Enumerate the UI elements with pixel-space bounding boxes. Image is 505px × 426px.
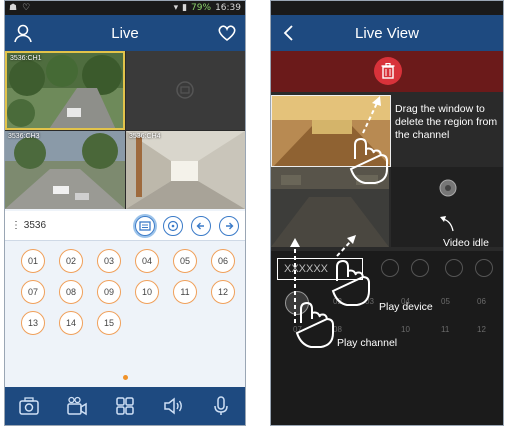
drag-hint: Drag the window to delete the region fro… [395, 103, 498, 141]
ch4-feed [126, 131, 245, 209]
video-grid: 3536:CH1 3536:CH3 3536:CH4 [5, 51, 245, 209]
ch3-feed [5, 131, 125, 209]
live-view-area: XXXXXX 02 03 04 05 06 07 08 10 11 12 Dra… [271, 51, 503, 425]
video-cell-ch4[interactable]: 3536:CH4 [126, 131, 245, 209]
add-video-icon [176, 81, 194, 99]
page-title: Live [111, 24, 139, 42]
camera-icon[interactable] [18, 395, 40, 417]
channel-button-08[interactable]: 08 [59, 280, 83, 304]
hand-play-channel-icon [295, 301, 334, 348]
arrow-left-icon [196, 222, 204, 229]
channel-button-12[interactable]: 12 [211, 280, 235, 304]
play-device-hint: Play device [379, 301, 433, 313]
signal-icon: ▮ [182, 3, 188, 13]
back-chevron-icon[interactable] [279, 23, 299, 43]
previous-button[interactable] [191, 215, 211, 236]
drag-arrow [362, 96, 381, 134]
status-bar: ☗ ♡ ▾ ▮ 79% 16:39 [5, 1, 245, 15]
play-channel-arrow [290, 238, 300, 323]
clock: 16:39 [215, 3, 241, 13]
user-icon[interactable] [13, 23, 33, 43]
next-button[interactable] [219, 215, 239, 236]
bottom-toolbar [5, 387, 245, 425]
video-camera-icon[interactable] [66, 395, 88, 417]
microphone-icon[interactable] [210, 395, 232, 417]
notification-icon: ☗ [9, 3, 18, 13]
page-title: Live View [355, 24, 419, 42]
arrow-right-icon [226, 222, 234, 229]
header: Live [5, 15, 245, 51]
device-name[interactable]: ⋮ 3536 [11, 220, 46, 231]
device-icon [139, 220, 151, 231]
channel-button-11[interactable]: 11 [173, 280, 197, 304]
ch1-feed [7, 53, 123, 128]
page-indicator [123, 375, 128, 380]
grid-icon[interactable] [114, 395, 136, 417]
favorite-heart-icon[interactable] [217, 23, 237, 43]
wifi-icon: ▾ [173, 3, 179, 13]
channel-label: 3536:CH4 [129, 133, 161, 140]
channel-button-04[interactable]: 04 [135, 249, 159, 273]
channel-label: 3536:CH3 [8, 133, 40, 140]
speaker-icon[interactable] [162, 395, 184, 417]
channel-button-15[interactable]: 15 [97, 311, 121, 335]
play-device-arrow [336, 235, 356, 257]
video-cell-ch3[interactable]: 3536:CH3 [5, 131, 125, 209]
channel-buttons: 01 02 03 04 05 06 07 08 09 10 11 12 13 1… [21, 249, 243, 335]
shield-icon: ♡ [22, 3, 31, 13]
channel-button-14[interactable]: 14 [59, 311, 83, 335]
ptz-icon [167, 220, 179, 231]
channel-button-13[interactable]: 13 [21, 311, 45, 335]
device-bar: ⋮ 3536 [5, 211, 245, 241]
idle-pointer-arrow [440, 216, 454, 232]
header: Live View [271, 15, 503, 51]
channel-button-01[interactable]: 01 [21, 249, 45, 273]
channel-button-05[interactable]: 05 [173, 249, 197, 273]
channel-button-02[interactable]: 02 [59, 249, 83, 273]
channel-button-10[interactable]: 10 [135, 280, 159, 304]
video-idle-hint: Video idle [443, 237, 489, 249]
device-list-button[interactable] [135, 215, 155, 236]
hand-play-device-icon [331, 259, 370, 306]
live-view-tutorial-screen: Live View XXXXXX 02 03 04 05 06 07 08 10… [270, 0, 504, 426]
channel-button-06[interactable]: 06 [211, 249, 235, 273]
video-cell-ch1[interactable]: 3536:CH1 [5, 51, 125, 130]
channel-button-03[interactable]: 03 [97, 249, 121, 273]
video-cell-empty[interactable] [126, 51, 245, 130]
channel-label: 3536:CH1 [10, 55, 42, 62]
status-bar [271, 1, 503, 15]
live-screen: ☗ ♡ ▾ ▮ 79% 16:39 Live 3536:CH1 3536:CH3… [4, 0, 246, 426]
hand-drag-icon [349, 137, 388, 184]
channel-button-07[interactable]: 07 [21, 280, 45, 304]
ptz-button[interactable] [163, 215, 183, 236]
battery-percent: 79% [191, 3, 212, 13]
channel-button-09[interactable]: 09 [97, 280, 121, 304]
play-channel-hint: Play channel [337, 337, 398, 349]
